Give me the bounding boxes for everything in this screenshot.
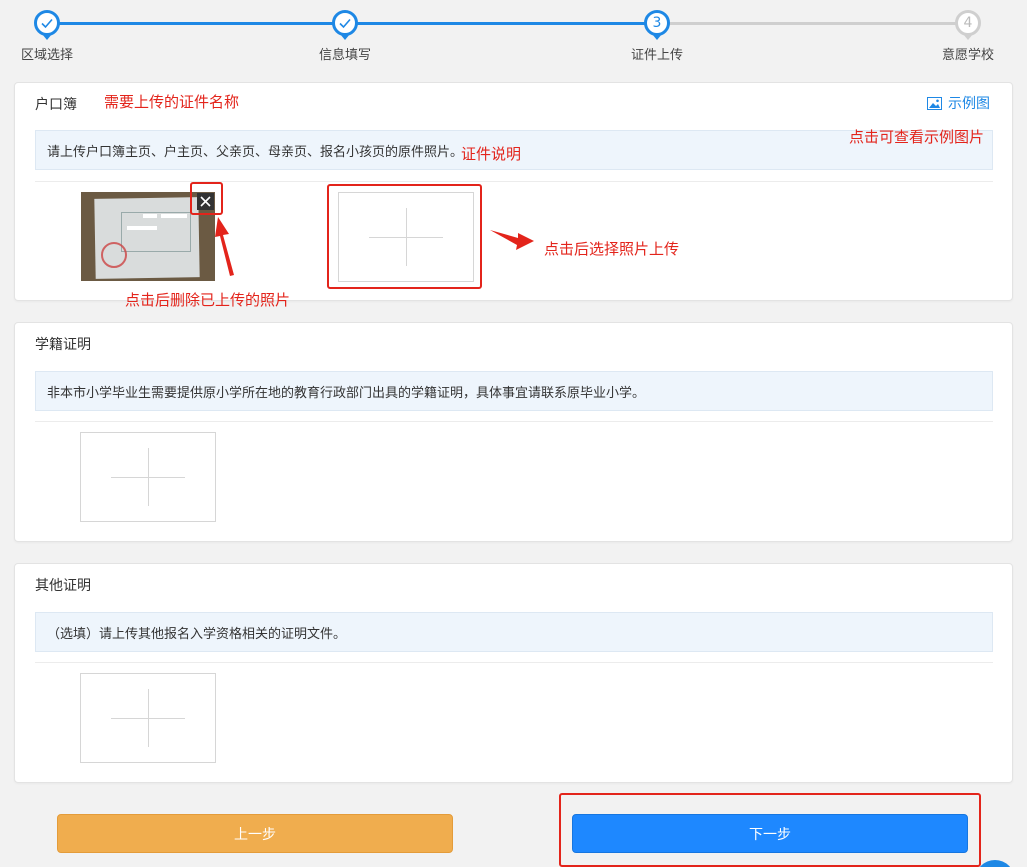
progress-stepper: 区域选择 信息填写 3 证件上传 4 意愿学校 (0, 0, 1027, 70)
card-title: 其他证明 (35, 578, 91, 594)
step-2-label: 信息填写 (318, 48, 371, 63)
divider (35, 662, 993, 663)
photo-mark (127, 226, 157, 230)
photo-stamp (101, 242, 127, 268)
annotation-view-example: 点击可查看示例图片 (849, 128, 985, 146)
card-title: 学籍证明 (35, 337, 91, 353)
arrow-icon-right (490, 230, 534, 250)
photo-mark (143, 214, 157, 218)
annotation-cert-desc: 证件说明 (461, 145, 522, 163)
step-1-check-icon (34, 10, 60, 40)
step-4: 4 意愿学校 (918, 10, 1018, 63)
annotation-delete-photo: 点击后删除已上传的照片 (125, 291, 291, 309)
upload-slot[interactable] (80, 673, 216, 763)
step-3-number: 3 (644, 10, 670, 40)
divider (35, 421, 993, 422)
prev-step-button[interactable]: 上一步 (57, 814, 453, 853)
floating-widget[interactable] (975, 860, 1015, 867)
step-1-label: 区域选择 (20, 48, 73, 63)
annotation-select-upload: 点击后选择照片上传 (544, 240, 680, 258)
card-title: 户口簿 (35, 97, 77, 113)
next-step-button[interactable]: 下一步 (572, 814, 968, 853)
image-icon (927, 96, 942, 110)
card-student-status: 学籍证明 非本市小学毕业生需要提供原小学所在地的教育行政部门出具的学籍证明，具体… (14, 322, 1013, 542)
annotation-box-delete (190, 182, 223, 215)
example-link-label: 示例图 (948, 96, 990, 112)
step-2-check-icon (332, 10, 358, 40)
plus-icon-vertical (148, 689, 149, 747)
step-1: 区域选择 (0, 10, 97, 63)
plus-icon-vertical (148, 448, 149, 506)
annotation-box-upload (327, 184, 482, 289)
step-2: 信息填写 (295, 10, 395, 63)
card-description: 非本市小学毕业生需要提供原小学所在地的教育行政部门出具的学籍证明，具体事宜请联系… (35, 371, 993, 411)
step-4-label: 意愿学校 (941, 48, 994, 63)
annotation-cert-name: 需要上传的证件名称 (104, 93, 240, 111)
step-4-number: 4 (955, 10, 981, 40)
card-description: （选填）请上传其他报名入学资格相关的证明文件。 (35, 612, 993, 652)
example-image-link[interactable]: 示例图 (927, 93, 990, 113)
photo-table (121, 212, 191, 252)
arrow-icon-up (215, 217, 234, 276)
photo-mark (161, 214, 187, 218)
step-3-label: 证件上传 (630, 48, 683, 63)
card-household-register: 户口簿 示例图 请上传户口簿主页、户主页、父亲页、母亲页、报名小孩页的原件照片。 (14, 82, 1013, 301)
card-other-proof: 其他证明 （选填）请上传其他报名入学资格相关的证明文件。 (14, 563, 1013, 783)
step-3: 3 证件上传 (607, 10, 707, 63)
upload-slot[interactable] (80, 432, 216, 522)
divider (35, 181, 993, 182)
